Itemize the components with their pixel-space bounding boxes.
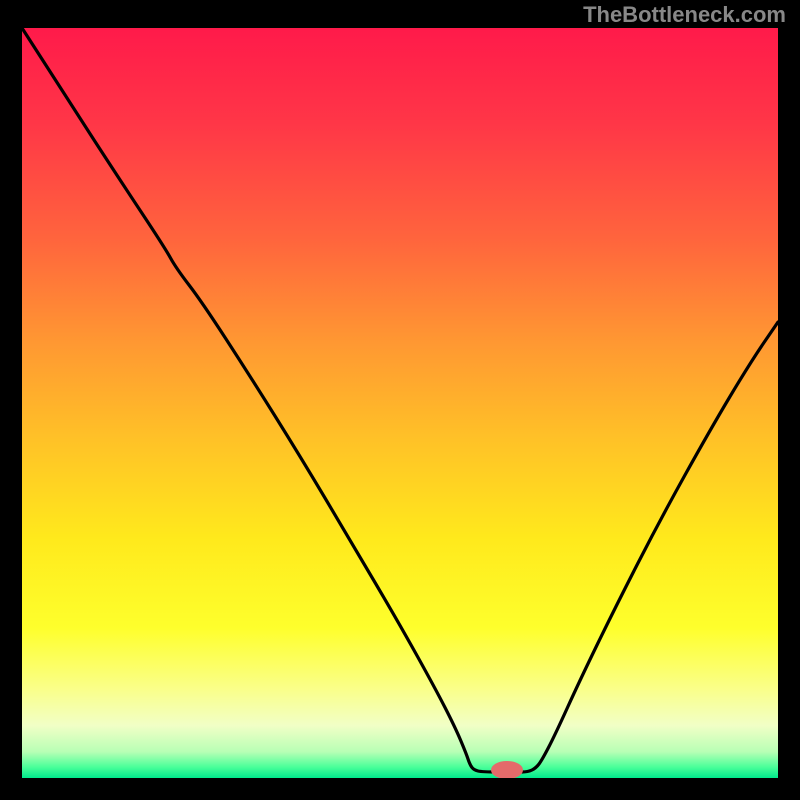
gradient-background (22, 28, 778, 778)
optimum-marker (491, 761, 523, 779)
attribution-text: TheBottleneck.com (583, 2, 786, 28)
chart-container: { "attribution": "TheBottleneck.com", "c… (0, 0, 800, 800)
bottleneck-chart (0, 0, 800, 800)
